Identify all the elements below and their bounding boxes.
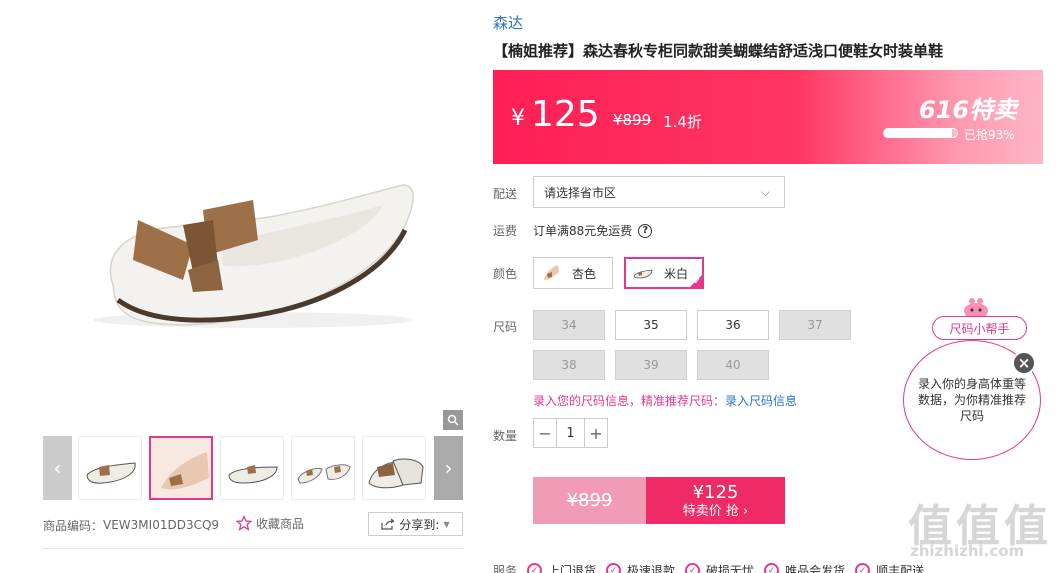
buy-price: ¥125 <box>692 481 739 503</box>
share-label: 分享到: <box>399 517 440 532</box>
star-icon <box>236 515 252 531</box>
chevron-right-icon: › <box>444 456 453 480</box>
product-title: 【楠姐推荐】森达春秋专柜同款甜美蝴蝶结舒适浅口便鞋女时装单鞋 <box>493 42 944 60</box>
share-icon <box>381 518 395 530</box>
color-swatch-image <box>633 269 653 279</box>
sold-progress-label: 已抢93% <box>964 128 1015 142</box>
color-label: 颜色 <box>493 267 518 281</box>
original-price-button: ¥899 <box>533 477 646 524</box>
buy-action: 特卖价 抢 › <box>682 503 749 519</box>
check-circle-icon: ✓ <box>764 563 780 573</box>
thumbnail-shoe-image <box>297 464 351 484</box>
watermark-url: zhizhizhi.com <box>910 542 1025 560</box>
discount-text: 1.4折 <box>663 113 702 131</box>
delivery-select-value: 请选择省市区 <box>544 185 617 200</box>
shipping-text: 订单满88元免运费 <box>533 224 633 238</box>
price-banner: ¥ 125 ¥899 1.4折 616特卖 已抢93% <box>493 70 1043 164</box>
caret-down-icon: ▼ <box>443 519 450 529</box>
service-item: ✓ 上门退货 <box>527 562 596 573</box>
product-meta-row: 商品编码： VEW3MI01DD3CQ9 收藏商品 分享到: ▼ <box>43 512 463 538</box>
check-circle-icon: ✓ <box>855 563 871 573</box>
thumbnail-next-button[interactable]: › <box>434 436 463 500</box>
product-code: VEW3MI01DD3CQ9 <box>103 518 220 532</box>
services-row: 服务 ✓ 上门退货 ✓ 极速退款 ✓ 破损无忧 ✓ 唯品会发货 ✓ 顺丰配送 <box>493 562 924 573</box>
sold-progress-fill <box>884 129 952 137</box>
size-option-40: 40 <box>697 350 769 380</box>
check-circle-icon: ✓ <box>527 563 543 573</box>
divider <box>43 548 463 549</box>
quantity-stepper: − 1 + <box>533 418 608 448</box>
thumbnail-5[interactable] <box>362 436 426 500</box>
buy-button-group: ¥899 ¥125 特卖价 抢 › <box>533 477 785 524</box>
favorite-button[interactable]: 收藏商品 <box>236 512 304 534</box>
product-code-label: 商品编码： <box>43 518 104 533</box>
size-info-text: 录入您的尺码信息，精准推荐尺码： <box>533 394 726 408</box>
color-option-apricot[interactable]: 杏色 <box>533 257 613 289</box>
color-option-label: 杏色 <box>572 266 597 281</box>
thumbnail-2[interactable] <box>149 436 213 500</box>
thumbnail-shoe-image <box>368 458 424 489</box>
thumbnail-3[interactable] <box>220 436 284 500</box>
thumbnail-shoe-image <box>151 438 211 498</box>
color-swatch-image <box>544 265 559 280</box>
size-info: 录入您的尺码信息，精准推荐尺码：录入尺码信息 <box>533 392 797 409</box>
size-label: 尺码 <box>493 320 518 334</box>
zoom-icon[interactable] <box>443 410 463 430</box>
service-item: ✓ 极速退款 <box>606 562 675 573</box>
delivery-label: 配送 <box>493 187 518 201</box>
size-info-link[interactable]: 录入尺码信息 <box>725 394 797 408</box>
main-product-image[interactable] <box>43 30 463 430</box>
original-price: ¥899 <box>613 111 652 129</box>
price-value: 125 <box>531 94 600 135</box>
chevron-down-icon: ⌵ <box>760 185 770 199</box>
quantity-value[interactable]: 1 <box>556 419 585 447</box>
color-option-label: 米白 <box>664 266 689 281</box>
brand-link[interactable]: 森达 <box>493 12 523 33</box>
service-item: ✓ 顺丰配送 <box>855 562 924 573</box>
promo-title: 616特卖 <box>919 96 1018 124</box>
services-label: 服务 <box>493 564 518 573</box>
help-icon[interactable]: ? <box>638 223 653 238</box>
buy-now-button[interactable]: ¥125 特卖价 抢 › <box>646 477 785 524</box>
share-button[interactable]: 分享到: ▼ <box>368 512 463 536</box>
service-text: 上门退货 <box>548 564 597 573</box>
shipping-info: 订单满88元免运费 ? <box>533 222 653 239</box>
close-icon[interactable]: × <box>1012 351 1036 375</box>
quantity-label: 数量 <box>493 429 518 443</box>
service-item: ✓ 唯品会发货 <box>764 562 845 573</box>
size-option-34: 34 <box>533 310 605 340</box>
thumbnail-1[interactable] <box>78 436 142 500</box>
price-currency: ¥ <box>511 106 525 131</box>
chevron-left-icon: ‹ <box>53 456 62 480</box>
size-helper-text: 录入你的身高体重等数据，为你精准推荐尺码 <box>918 376 1027 424</box>
thumbnail-prev-button[interactable]: ‹ <box>43 436 72 500</box>
size-option-36[interactable]: 36 <box>697 310 769 340</box>
size-option-37: 37 <box>779 310 851 340</box>
size-option-38: 38 <box>533 350 605 380</box>
shoe-illustration <box>93 184 414 328</box>
shipping-label: 运费 <box>493 224 518 238</box>
color-option-ivory[interactable]: 米白 ✓ <box>624 257 704 289</box>
favorite-label: 收藏商品 <box>256 516 305 531</box>
thumbnail-4[interactable] <box>291 436 355 500</box>
delivery-select[interactable]: 请选择省市区 ⌵ <box>533 176 785 208</box>
thumbnail-shoe-image <box>86 462 136 484</box>
thumbnail-shoe-image <box>228 465 278 484</box>
thumbnail-strip: ‹ › <box>43 436 463 500</box>
size-helper-tag[interactable]: 尺码小帮手 <box>932 316 1027 340</box>
size-option-39: 39 <box>615 350 687 380</box>
check-circle-icon: ✓ <box>685 563 701 573</box>
check-circle-icon: ✓ <box>606 563 622 573</box>
service-text: 唯品会发货 <box>785 564 846 573</box>
plus-icon[interactable]: + <box>585 419 607 447</box>
service-text: 极速退款 <box>627 564 676 573</box>
service-item: ✓ 破损无忧 <box>685 562 754 573</box>
service-text: 顺丰配送 <box>876 564 925 573</box>
minus-icon[interactable]: − <box>534 419 556 447</box>
sold-progress-bar <box>883 128 958 138</box>
service-text: 破损无忧 <box>706 564 755 573</box>
check-icon: ✓ <box>693 277 701 287</box>
size-option-35[interactable]: 35 <box>615 310 687 340</box>
